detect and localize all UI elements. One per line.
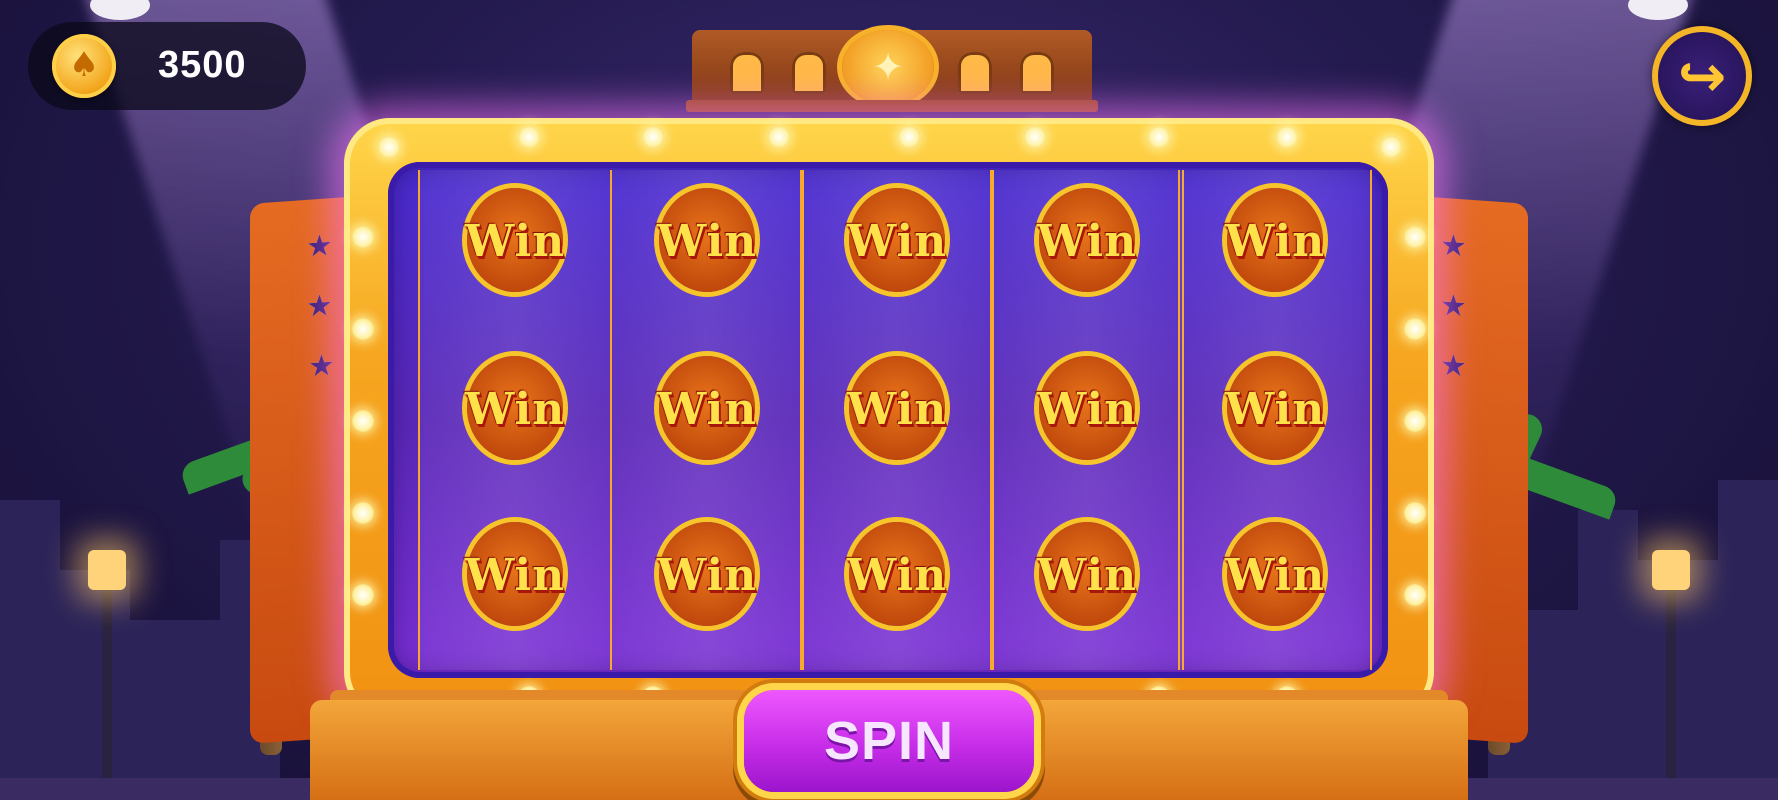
machine-marquee: ✦ bbox=[692, 30, 1092, 108]
marquee-bulb bbox=[378, 136, 400, 158]
machine-wing-right: ★ ★ ★ bbox=[1418, 196, 1528, 744]
win-symbol: Win bbox=[445, 354, 585, 466]
win-symbol: Win bbox=[445, 186, 585, 298]
marquee-bulb bbox=[1404, 410, 1426, 432]
win-symbol: Win bbox=[1017, 354, 1157, 466]
coin-icon: ♠ bbox=[52, 34, 116, 98]
marquee-bulb bbox=[352, 226, 374, 248]
reel-3: Win Win Win bbox=[800, 170, 994, 670]
win-symbol: Win bbox=[1017, 186, 1157, 298]
marquee-bulb bbox=[1404, 318, 1426, 340]
marquee-bulb bbox=[1276, 126, 1298, 148]
marquee-bulb bbox=[642, 126, 664, 148]
win-symbol: Win bbox=[827, 520, 967, 632]
star-icon: ★ bbox=[306, 228, 333, 265]
marquee-bulb bbox=[768, 126, 790, 148]
win-symbol: Win bbox=[1205, 186, 1345, 298]
star-icon: ★ bbox=[1440, 287, 1467, 325]
marquee-bulb bbox=[898, 126, 920, 148]
star-icon: ★ bbox=[308, 347, 335, 385]
reel-5: Win Win Win bbox=[1178, 170, 1372, 670]
marquee-bulb bbox=[1380, 136, 1402, 158]
marquee-base bbox=[686, 100, 1098, 112]
share-arrow-icon: ↪ bbox=[1677, 42, 1727, 110]
win-symbol: Win bbox=[445, 520, 585, 632]
spin-button[interactable]: SPIN bbox=[744, 690, 1034, 792]
marquee-bulb bbox=[518, 126, 540, 148]
coin-balance-value: 3500 bbox=[158, 44, 247, 86]
reel-4: Win Win Win bbox=[990, 170, 1184, 670]
win-symbol: Win bbox=[637, 354, 777, 466]
win-symbol: Win bbox=[827, 354, 967, 466]
street-lamp-left bbox=[88, 550, 126, 780]
marquee-bulb bbox=[1024, 126, 1046, 148]
marquee-bulb bbox=[352, 584, 374, 606]
reel-2: Win Win Win bbox=[610, 170, 804, 670]
share-button[interactable]: ↪ bbox=[1652, 26, 1752, 126]
coin-balance-panel: ♠ 3500 bbox=[28, 22, 306, 110]
star-icon: ★ bbox=[1440, 347, 1467, 385]
marquee-bulb bbox=[1404, 502, 1426, 524]
reel-window: Win Win Win Win Win Win Win Win Win Win … bbox=[388, 162, 1388, 678]
star-icon: ★ bbox=[306, 288, 333, 325]
marquee-bulb bbox=[1404, 226, 1426, 248]
win-symbol: Win bbox=[1205, 520, 1345, 632]
win-symbol: Win bbox=[637, 186, 777, 298]
win-symbol: Win bbox=[1205, 354, 1345, 466]
win-symbol: Win bbox=[827, 186, 967, 298]
marquee-bulb bbox=[352, 502, 374, 524]
marquee-bulb bbox=[1404, 584, 1426, 606]
street-lamp-right bbox=[1652, 550, 1690, 780]
star-icon: ★ bbox=[1440, 227, 1467, 265]
spin-button-label: SPIN bbox=[823, 711, 955, 771]
win-symbol: Win bbox=[1017, 520, 1157, 632]
win-symbol: Win bbox=[637, 520, 777, 632]
marquee-bulb bbox=[352, 410, 374, 432]
marquee-emblem-icon: ✦ bbox=[842, 30, 934, 104]
marquee-bulb bbox=[1148, 126, 1170, 148]
marquee-bulb bbox=[352, 318, 374, 340]
reel-1: Win Win Win bbox=[418, 170, 612, 670]
